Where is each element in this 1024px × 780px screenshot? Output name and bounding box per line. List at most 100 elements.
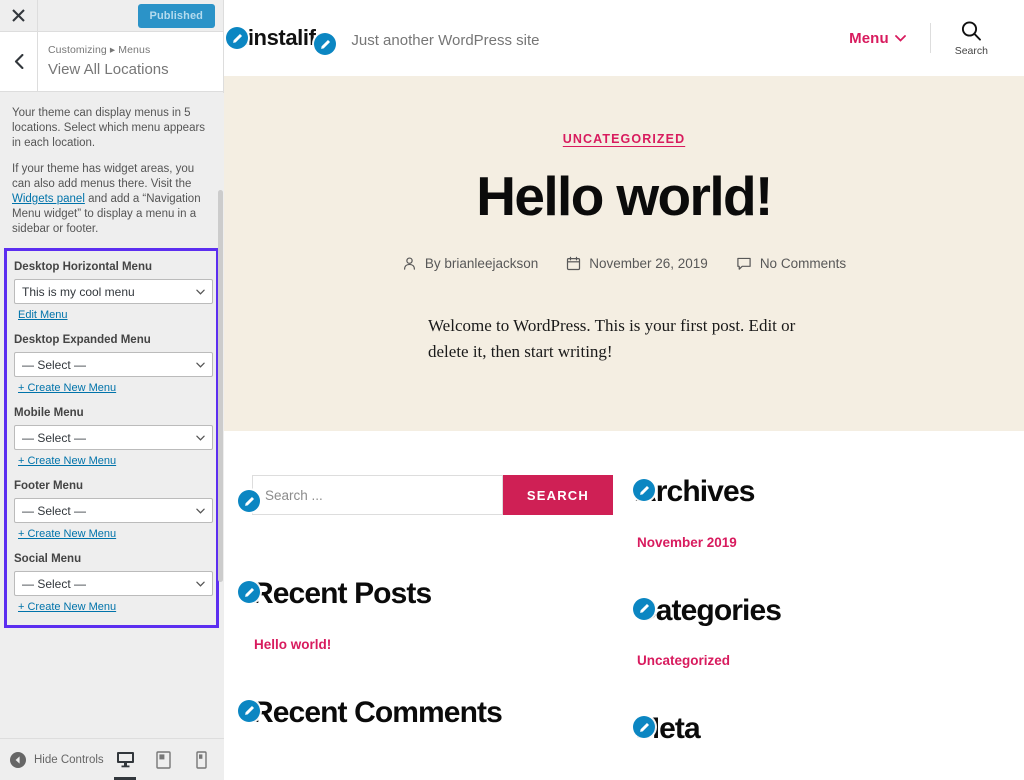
post-author-label: By brianleejackson bbox=[424, 255, 539, 271]
widget-meta: Meta bbox=[633, 712, 996, 747]
menu-toggle-button[interactable]: Menu bbox=[849, 30, 906, 47]
post-meta: By brianleejackson November 26, 2019 No … bbox=[224, 256, 1024, 271]
chevron-down-icon bbox=[196, 289, 205, 295]
page-title: View All Locations bbox=[48, 61, 169, 78]
edit-recent-comments-pencil-icon[interactable] bbox=[238, 699, 260, 722]
description-paragraph-1: Your theme can display menus in 5 locati… bbox=[12, 107, 206, 149]
customizer-sidebar: Published Customizing ▸ Menus View All L… bbox=[0, 0, 224, 780]
widget-area: SEARCH Recent Posts Hello world! Recen bbox=[224, 431, 1024, 780]
location-select-mobile[interactable]: — Select — bbox=[14, 425, 213, 450]
customizer-screen: Published Customizing ▸ Menus View All L… bbox=[0, 0, 1024, 780]
chevron-down-icon bbox=[894, 34, 906, 42]
chevron-down-icon bbox=[196, 508, 205, 514]
edit-menu-link[interactable]: Edit Menu bbox=[18, 309, 68, 321]
location-select-value: — Select — bbox=[22, 576, 87, 591]
menu-location-desktop-expanded: Desktop Expanded Menu — Select — + Creat… bbox=[14, 332, 213, 405]
user-icon bbox=[403, 257, 415, 270]
widget-list: Hello world! bbox=[252, 634, 613, 656]
customizer-body: Your theme can display menus in 5 locati… bbox=[0, 93, 224, 738]
customizer-topbar: Published bbox=[0, 0, 223, 32]
post-hero: UNCATEGORIZED Hello world! By brianleeja… bbox=[224, 76, 1024, 432]
post-date-label: November 26, 2019 bbox=[589, 255, 708, 271]
menu-location-desktop-horizontal: Desktop Horizontal Menu This is my cool … bbox=[14, 259, 213, 332]
edit-tagline-pencil-icon[interactable] bbox=[314, 33, 336, 55]
post-comments-label: No Comments bbox=[759, 255, 847, 271]
hide-controls-label: Hide Controls bbox=[34, 753, 104, 766]
collapse-icon bbox=[10, 751, 26, 768]
chevron-down-icon bbox=[196, 435, 205, 441]
hide-controls-button[interactable]: Hide Controls bbox=[0, 751, 104, 768]
list-item[interactable]: November 2019 bbox=[637, 532, 996, 554]
device-mobile-icon[interactable] bbox=[190, 747, 212, 773]
widgets-panel-link[interactable]: Widgets panel bbox=[12, 193, 85, 205]
create-new-menu-link[interactable]: + Create New Menu bbox=[18, 455, 116, 467]
widget-title: Meta bbox=[635, 712, 701, 746]
site-header: kinstalife Just another WordPress site M… bbox=[224, 0, 1024, 76]
panel-description: Your theme can display menus in 5 locati… bbox=[0, 93, 224, 237]
location-select-value: This is my cool menu bbox=[22, 284, 135, 299]
location-label: Desktop Expanded Menu bbox=[14, 334, 151, 346]
location-select-value: — Select — bbox=[22, 503, 87, 518]
menu-location-mobile: Mobile Menu — Select — + Create New Menu bbox=[14, 405, 213, 478]
site-branding: kinstalife Just another WordPress site bbox=[236, 25, 540, 55]
create-new-menu-link[interactable]: + Create New Menu bbox=[18, 528, 116, 540]
widget-column-right: Archives November 2019 Categories Uncate… bbox=[623, 475, 996, 780]
post-body-text: Welcome to WordPress. This is your first… bbox=[428, 315, 796, 362]
search-submit-button[interactable]: SEARCH bbox=[502, 475, 613, 516]
description-text-part-a: If your theme has widget areas, you can … bbox=[12, 163, 195, 190]
customizer-footer: Hide Controls bbox=[0, 738, 224, 780]
site-preview: kinstalife Just another WordPress site M… bbox=[224, 0, 1024, 780]
widget-title: Recent Comments bbox=[252, 695, 503, 729]
menu-toggle-label: Menu bbox=[849, 29, 889, 47]
chevron-down-icon bbox=[196, 362, 205, 368]
location-select-desktop-expanded[interactable]: — Select — bbox=[14, 352, 213, 377]
chevron-down-icon bbox=[196, 581, 205, 587]
widget-recent-comments: Recent Comments bbox=[238, 695, 613, 731]
device-preview-group bbox=[114, 747, 224, 780]
list-item[interactable]: Hello world! bbox=[254, 634, 613, 656]
widget-title: Archives bbox=[635, 475, 755, 509]
location-label: Footer Menu bbox=[14, 480, 83, 492]
close-icon[interactable] bbox=[0, 0, 38, 31]
location-select-value: — Select — bbox=[22, 357, 87, 372]
search-toggle-label: Search bbox=[954, 44, 988, 57]
edit-categories-pencil-icon[interactable] bbox=[633, 597, 655, 620]
search-widget: SEARCH bbox=[252, 475, 613, 516]
publish-button[interactable]: Published bbox=[137, 3, 215, 28]
search-icon bbox=[962, 20, 982, 41]
post-date: November 26, 2019 bbox=[566, 256, 708, 271]
post-comments: No Comments bbox=[736, 256, 846, 271]
search-input[interactable] bbox=[252, 475, 503, 516]
device-tablet-icon[interactable] bbox=[152, 747, 174, 773]
menu-location-social: Social Menu — Select — + Create New Menu bbox=[14, 551, 213, 615]
sidebar-scrollbar[interactable] bbox=[218, 190, 223, 582]
device-desktop-icon[interactable] bbox=[114, 747, 136, 780]
widget-column-left: SEARCH Recent Posts Hello world! Recen bbox=[238, 475, 613, 780]
comment-icon bbox=[737, 257, 751, 270]
post-category-label: UNCATEGORIZED bbox=[562, 132, 686, 146]
widget-recent-posts: Recent Posts Hello world! bbox=[238, 577, 613, 656]
edit-site-title-pencil-icon[interactable] bbox=[226, 27, 248, 49]
create-new-menu-link[interactable]: + Create New Menu bbox=[18, 601, 116, 613]
location-select-social[interactable]: — Select — bbox=[14, 571, 213, 596]
panel-title-group: Customizing ▸ Menus View All Locations bbox=[38, 32, 169, 91]
menu-location-footer: Footer Menu — Select — + Create New Menu bbox=[14, 478, 213, 551]
location-select-footer[interactable]: — Select — bbox=[14, 498, 213, 523]
search-toggle-button[interactable]: Search bbox=[955, 20, 988, 57]
location-select-value: — Select — bbox=[22, 430, 87, 445]
location-select-desktop-horizontal[interactable]: This is my cool menu bbox=[14, 279, 213, 304]
widget-categories: Categories Uncategorized bbox=[633, 593, 996, 673]
widget-title: Categories bbox=[635, 593, 782, 627]
post-category-link[interactable]: UNCATEGORIZED bbox=[224, 132, 1024, 146]
header-navigation: Menu Search bbox=[849, 20, 988, 57]
list-item[interactable]: Uncategorized bbox=[637, 650, 996, 672]
location-label: Social Menu bbox=[14, 553, 82, 565]
location-label: Mobile Menu bbox=[14, 407, 84, 419]
widget-list: November 2019 bbox=[635, 532, 996, 554]
create-new-menu-link[interactable]: + Create New Menu bbox=[18, 382, 116, 394]
location-label: Desktop Horizontal Menu bbox=[14, 261, 153, 273]
back-chevron-icon[interactable] bbox=[0, 32, 38, 91]
calendar-icon bbox=[567, 256, 581, 270]
post-title: Hello world! bbox=[476, 165, 773, 227]
